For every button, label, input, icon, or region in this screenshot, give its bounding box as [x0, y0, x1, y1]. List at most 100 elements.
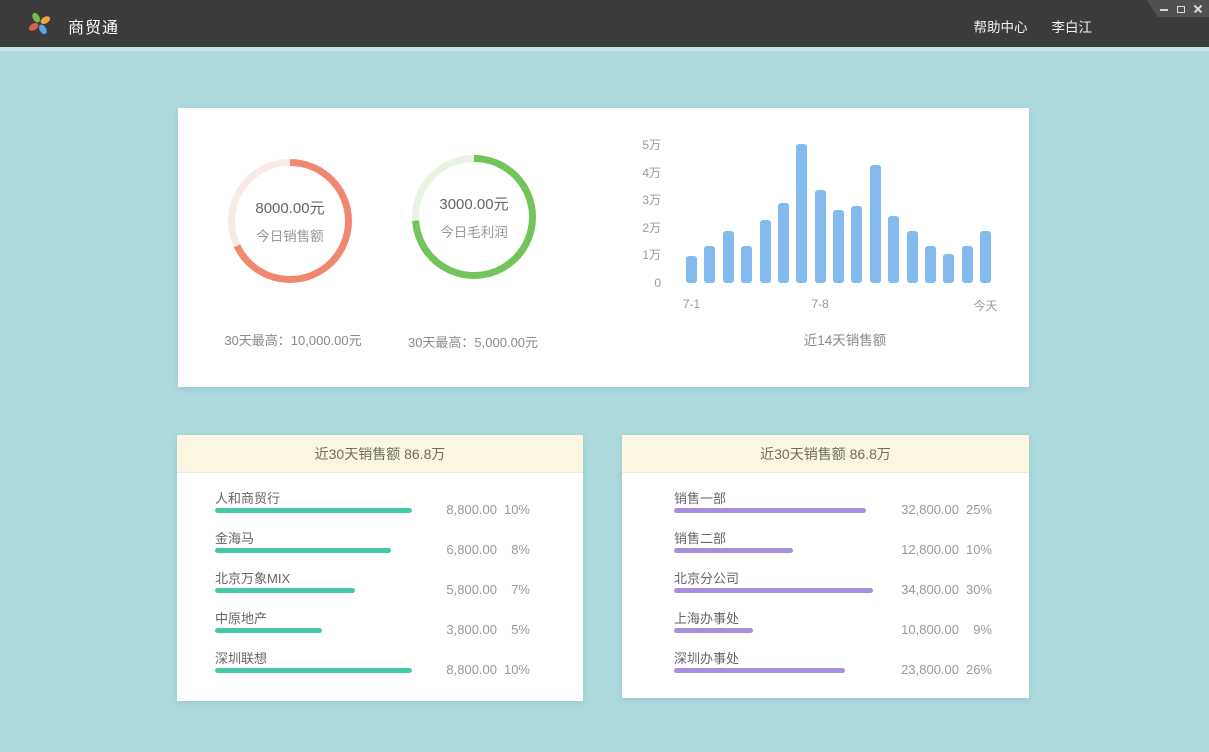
row-bar — [215, 628, 322, 633]
row-values: 32,800.0025% — [884, 502, 992, 517]
row-amount: 8,800.00 — [422, 662, 497, 677]
row-bar — [674, 588, 873, 593]
close-icon[interactable] — [1193, 4, 1203, 14]
maximize-icon[interactable] — [1176, 4, 1186, 14]
bar — [760, 220, 771, 283]
list-item: 销售二部 12,800.0010% — [622, 528, 1029, 568]
row-label: 销售二部 — [674, 528, 726, 547]
row-percent: 9% — [959, 622, 992, 637]
row-amount: 6,800.00 — [422, 542, 497, 557]
x-tick-label: 7-8 — [811, 297, 828, 311]
bar-chart-x-axis: 7-17-8今天 — [686, 297, 991, 311]
row-values: 23,800.0026% — [884, 662, 992, 677]
today-profit-donut: 3000.00元 今日毛利润 — [412, 155, 536, 279]
list-item: 深圳办事处23,800.0026% — [622, 648, 1029, 688]
row-amount: 8,800.00 — [422, 502, 497, 517]
today-sales-caption: 30天最高：10,000.00元 — [224, 330, 361, 349]
row-label: 销售一部 — [674, 488, 726, 507]
row-values: 8,800.0010% — [422, 502, 530, 517]
list-item: 深圳联想 8,800.0010% — [177, 648, 583, 688]
customers-card: 近30天销售额 86.8万 人和商贸行8,800.0010%金海马6,800.0… — [177, 435, 583, 701]
list-item: 上海办事处 10,800.009% — [622, 608, 1029, 648]
window-controls — [1147, 0, 1209, 17]
list-item: 金海马 6,800.008% — [177, 528, 583, 568]
row-percent: 5% — [497, 622, 530, 637]
donut-center-text: 8000.00元 今日销售额 — [228, 159, 352, 283]
today-profit-value: 3000.00元 — [439, 193, 508, 214]
today-profit-caption: 30天最高：5,000.00元 — [408, 332, 538, 351]
row-percent: 10% — [497, 502, 530, 517]
bar — [925, 246, 936, 283]
bar — [723, 231, 734, 283]
bar — [796, 144, 807, 283]
row-label: 中原地产 — [215, 608, 267, 627]
list-item: 中原地产 3,800.005% — [177, 608, 583, 648]
y-tick-label: 0 — [616, 276, 661, 290]
titlebar-links: 帮助中心 李白江 — [974, 16, 1093, 36]
row-percent: 30% — [959, 582, 992, 597]
bar — [943, 254, 954, 283]
row-amount: 32,800.00 — [884, 502, 959, 517]
row-values: 6,800.008% — [422, 542, 530, 557]
row-bar — [674, 628, 753, 633]
x-tick-label: 7-1 — [683, 297, 700, 311]
row-percent: 10% — [497, 662, 530, 677]
row-label: 深圳联想 — [215, 648, 267, 667]
help-center-link[interactable]: 帮助中心 — [974, 16, 1028, 36]
y-tick-label: 1万 — [616, 248, 661, 262]
row-percent: 8% — [497, 542, 530, 557]
bar — [870, 165, 881, 283]
minimize-icon[interactable] — [1159, 4, 1169, 14]
list-item: 北京万象MIX 5,800.007% — [177, 568, 583, 608]
departments-card-title: 近30天销售额 86.8万 — [622, 435, 1029, 473]
row-values: 3,800.005% — [422, 622, 530, 637]
donut-center-text: 3000.00元 今日毛利润 — [412, 155, 536, 279]
list-item: 人和商贸行 8,800.0010% — [177, 488, 583, 528]
row-label: 人和商贸行 — [215, 488, 280, 507]
departments-card: 近30天销售额 86.8万 销售一部 32,800.0025% 销售二部 12,800… — [622, 435, 1029, 698]
customers-card-title: 近30天销售额 86.8万 — [177, 435, 583, 473]
y-tick-label: 2万 — [616, 221, 661, 235]
current-user-link[interactable]: 李白江 — [1052, 16, 1093, 36]
today-sales-label: 今日销售额 — [256, 225, 324, 245]
row-values: 5,800.007% — [422, 582, 530, 597]
bar-chart-title: 近14天销售额 — [804, 329, 887, 349]
bar — [741, 246, 752, 283]
bar — [851, 206, 862, 283]
list-item: 销售一部 32,800.0025% — [622, 488, 1029, 528]
row-bar — [215, 508, 412, 513]
row-amount: 10,800.00 — [884, 622, 959, 637]
bar — [778, 203, 789, 283]
bar — [962, 246, 973, 283]
bar — [907, 231, 918, 283]
row-percent: 7% — [497, 582, 530, 597]
row-percent: 25% — [959, 502, 992, 517]
today-profit-label: 今日毛利润 — [440, 221, 508, 241]
row-bar — [674, 548, 793, 553]
row-bar — [674, 508, 866, 513]
row-bar — [215, 548, 391, 553]
bar — [686, 256, 697, 284]
row-bar — [215, 668, 412, 673]
sales-14d-bar-chart — [686, 143, 991, 283]
bar — [815, 190, 826, 284]
row-amount: 23,800.00 — [884, 662, 959, 677]
row-values: 12,800.0010% — [884, 542, 992, 557]
row-values: 34,800.0030% — [884, 582, 992, 597]
row-amount: 34,800.00 — [884, 582, 959, 597]
y-tick-label: 4万 — [616, 166, 661, 180]
row-amount: 5,800.00 — [422, 582, 497, 597]
row-label: 北京万象MIX — [215, 568, 290, 587]
app-window: { "header": { "app_title": "商贸通", "links… — [0, 0, 1209, 752]
row-values: 8,800.0010% — [422, 662, 530, 677]
titlebar-accent-strip — [0, 47, 1209, 51]
y-tick-label: 5万 — [616, 138, 661, 152]
overview-card: 8000.00元 今日销售额 30天最高：10,000.00元 3000.00元… — [178, 108, 1029, 387]
app-title: 商贸通 — [68, 14, 119, 38]
today-sales-donut: 8000.00元 今日销售额 — [228, 159, 352, 283]
app-logo-pinwheel-icon — [27, 11, 52, 36]
row-label: 金海马 — [215, 528, 254, 547]
row-label: 上海办事处 — [674, 608, 739, 627]
bar — [980, 231, 991, 283]
bar — [704, 246, 715, 283]
